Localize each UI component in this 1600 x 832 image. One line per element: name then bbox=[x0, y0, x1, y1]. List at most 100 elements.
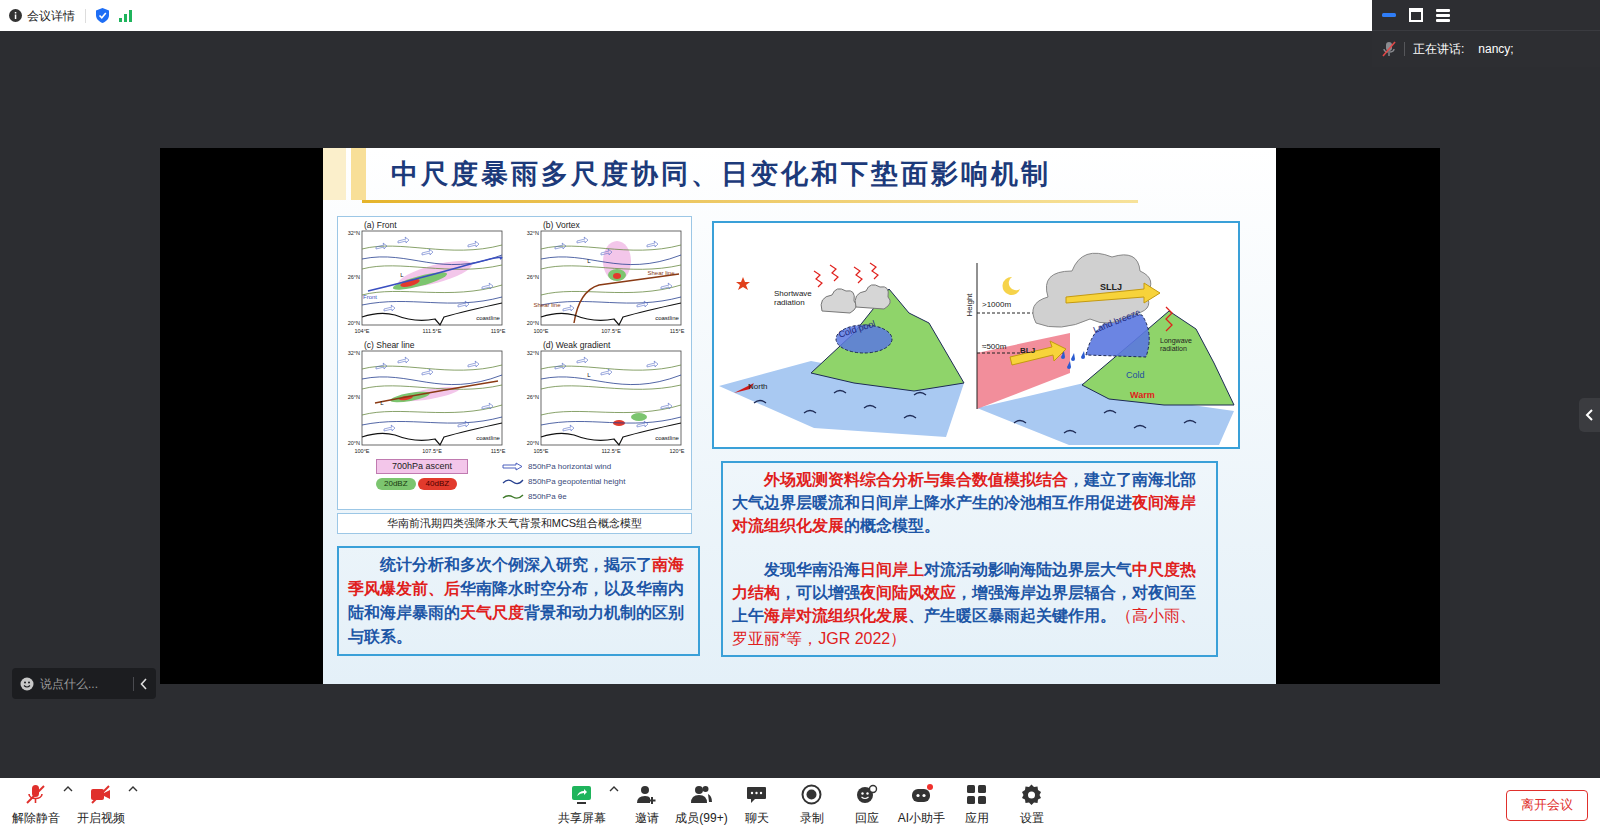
speaker-names: nancy; bbox=[1478, 40, 1513, 58]
bottom-toolbar: 解除静音开启视频 共享屏幕 邀请成员(99+)聊天录制回应AI小助手 应用 设置 离开会议 bbox=[0, 778, 1600, 832]
map-annotation: coastline bbox=[655, 315, 679, 321]
map-annotation: Front bbox=[363, 294, 377, 300]
lon-tick: 115°E bbox=[669, 328, 684, 334]
legend-label: 850hPa geopotential height bbox=[528, 476, 625, 488]
toolbar-button[interactable]: 回应 bbox=[839, 783, 894, 827]
lon-tick: 107.5°E bbox=[601, 328, 621, 334]
toolbar-button[interactable]: 设置 bbox=[1004, 783, 1059, 827]
map-annotation: L bbox=[587, 258, 591, 264]
toolbar-button[interactable]: 录制 bbox=[784, 783, 839, 827]
minimize-icon[interactable] bbox=[1382, 13, 1396, 17]
panel-label: (c) Shear line bbox=[364, 340, 415, 350]
info-icon bbox=[9, 9, 22, 22]
panel-label: (d) Weak gradient bbox=[543, 340, 611, 350]
lat-tick: 32°N bbox=[526, 350, 538, 356]
toolbar-label: 设置 bbox=[1020, 809, 1044, 827]
text-segment: 、产生暖区暴雨起关键作用。 bbox=[908, 607, 1116, 624]
toolbar-label: 开启视频 bbox=[77, 809, 125, 827]
emoji-icon[interactable] bbox=[20, 677, 34, 691]
toolbar-label: 应用 bbox=[965, 809, 989, 827]
lat-tick: 26°N bbox=[526, 394, 538, 400]
legend-radar: 40dBZ bbox=[418, 478, 458, 490]
toolbar-label: 邀请 bbox=[635, 809, 659, 827]
text-segment: 外场观测资料综合分析与集合数值模拟结合 bbox=[764, 471, 1068, 488]
chat-input[interactable]: 说点什么... bbox=[12, 668, 156, 699]
shield-icon[interactable] bbox=[96, 8, 109, 23]
chat-placeholder[interactable]: 说点什么... bbox=[40, 675, 127, 693]
concept-diagram: Shortwave radiationCold poolNorthHeight>… bbox=[712, 221, 1240, 449]
signal-icon[interactable] bbox=[119, 10, 133, 22]
text-segment: 海岸对流组织化发展 bbox=[764, 607, 908, 624]
react-icon bbox=[855, 783, 878, 806]
list-icon[interactable] bbox=[1436, 9, 1450, 22]
finding-paragraph: 发现华南沿海日间岸上对流活动影响海陆边界层大气中尺度热力结构，可以增强夜间陆风效… bbox=[732, 558, 1207, 650]
legend-item: 850hPa geopotential height bbox=[502, 474, 625, 489]
toolbar-button[interactable]: 聊天 bbox=[729, 783, 784, 827]
menu-chevron-icon[interactable] bbox=[609, 785, 619, 792]
apps-icon bbox=[965, 783, 988, 806]
toolbar-button[interactable]: 应用 bbox=[949, 783, 1004, 827]
map-annotation: coastline bbox=[476, 315, 500, 321]
map-annotation: L bbox=[587, 372, 591, 378]
toolbar-button[interactable]: 开启视频 bbox=[73, 783, 128, 827]
toolbar-button[interactable]: 解除静音 bbox=[8, 783, 63, 827]
lat-tick: 26°N bbox=[526, 274, 538, 280]
sea-breeze-diagram bbox=[714, 223, 1238, 447]
meeting-info-label: 会议详情 bbox=[27, 7, 75, 25]
toolbar-button[interactable]: 共享屏幕 bbox=[554, 783, 609, 827]
finding-text-box: 外场观测资料综合分析与集合数值模拟结合，建立了南海北部大气边界层暖流和日间岸上降… bbox=[721, 461, 1218, 657]
text-segment: ，可以增强 bbox=[780, 584, 860, 601]
lon-tick: 107.5°E bbox=[422, 448, 442, 454]
diagram-label: SLLJ bbox=[1100, 281, 1122, 295]
contour-line-icon bbox=[502, 477, 524, 486]
weather-figure: (a) Front 32°N 26°N 20°N 104°E 111.5°E 119°E Fr… bbox=[337, 216, 692, 510]
menu-chevron-icon[interactable] bbox=[128, 785, 138, 792]
lat-tick: 32°N bbox=[348, 350, 360, 356]
lat-tick: 32°N bbox=[526, 230, 538, 236]
meeting-info-button[interactable]: 会议详情 bbox=[9, 7, 75, 25]
legend-item: 850hPa horizontal wind bbox=[502, 459, 625, 474]
toolbar-button[interactable]: 邀请 bbox=[619, 783, 674, 827]
lat-tick: 26°N bbox=[348, 274, 360, 280]
lat-tick: 20°N bbox=[526, 320, 538, 326]
lon-tick: 115°E bbox=[491, 448, 506, 454]
text-segment: 统计分析和多次个例深入研究，揭示了 bbox=[380, 556, 652, 573]
collapse-icon[interactable] bbox=[140, 678, 148, 690]
window-icon[interactable] bbox=[1409, 8, 1423, 22]
lon-tick: 119°E bbox=[491, 328, 506, 334]
toolbar-label: AI小助手 bbox=[898, 809, 945, 827]
lon-tick: 100°E bbox=[354, 448, 369, 454]
slide-title: 中尺度暴雨多尺度协同、日变化和下垫面影响机制 bbox=[391, 157, 1051, 191]
panel-label: (a) Front bbox=[364, 220, 397, 230]
weather-map: (a) Front32°N26°N20°N104°E111.5°E119°EFr… bbox=[340, 219, 510, 337]
panel-label: (b) Vortex bbox=[543, 220, 581, 230]
diagram-label: BLJ bbox=[1020, 345, 1035, 357]
lat-tick: 20°N bbox=[348, 320, 360, 326]
text-segment: 天气尺度 bbox=[460, 604, 524, 621]
text-segment: 对流活动影响海陆边界层大气 bbox=[924, 561, 1132, 578]
menu-slot bbox=[609, 785, 619, 825]
legend-radar: 20dBZ bbox=[376, 478, 416, 490]
diagram-label: Height bbox=[964, 293, 976, 316]
legend-label: 850hPa horizontal wind bbox=[528, 461, 611, 473]
chevron-left-icon bbox=[1585, 408, 1595, 422]
slide-title-row: 中尺度暴雨多尺度协同、日变化和下垫面影响机制 bbox=[323, 148, 1276, 200]
toolbar-button[interactable]: AI小助手 bbox=[894, 783, 949, 827]
side-panel-toggle[interactable] bbox=[1579, 398, 1600, 432]
mic-icon bbox=[24, 783, 47, 806]
lon-tick: 104°E bbox=[354, 328, 369, 334]
lon-tick: 120°E bbox=[669, 448, 684, 454]
toolbar-button[interactable]: 成员(99+) bbox=[674, 783, 729, 827]
legend-item: 850hPa θe bbox=[502, 489, 625, 504]
chat-icon bbox=[745, 783, 768, 806]
menu-slot bbox=[128, 785, 138, 825]
menu-chevron-icon[interactable] bbox=[63, 785, 73, 792]
toolbar-label: 共享屏幕 bbox=[558, 809, 606, 827]
leave-meeting-button[interactable]: 离开会议 bbox=[1506, 790, 1588, 821]
text-segment: 发现华南沿海 bbox=[764, 561, 860, 578]
lon-tick: 111.5°E bbox=[423, 328, 442, 334]
toolbar-label: 成员(99+) bbox=[675, 809, 727, 827]
slide: 中尺度暴雨多尺度协同、日变化和下垫面影响机制 (a) Front 32°N 26°N 2… bbox=[323, 148, 1276, 684]
mic-off-icon bbox=[1382, 41, 1396, 57]
diagram-label: Longwave radiation bbox=[1160, 337, 1210, 353]
